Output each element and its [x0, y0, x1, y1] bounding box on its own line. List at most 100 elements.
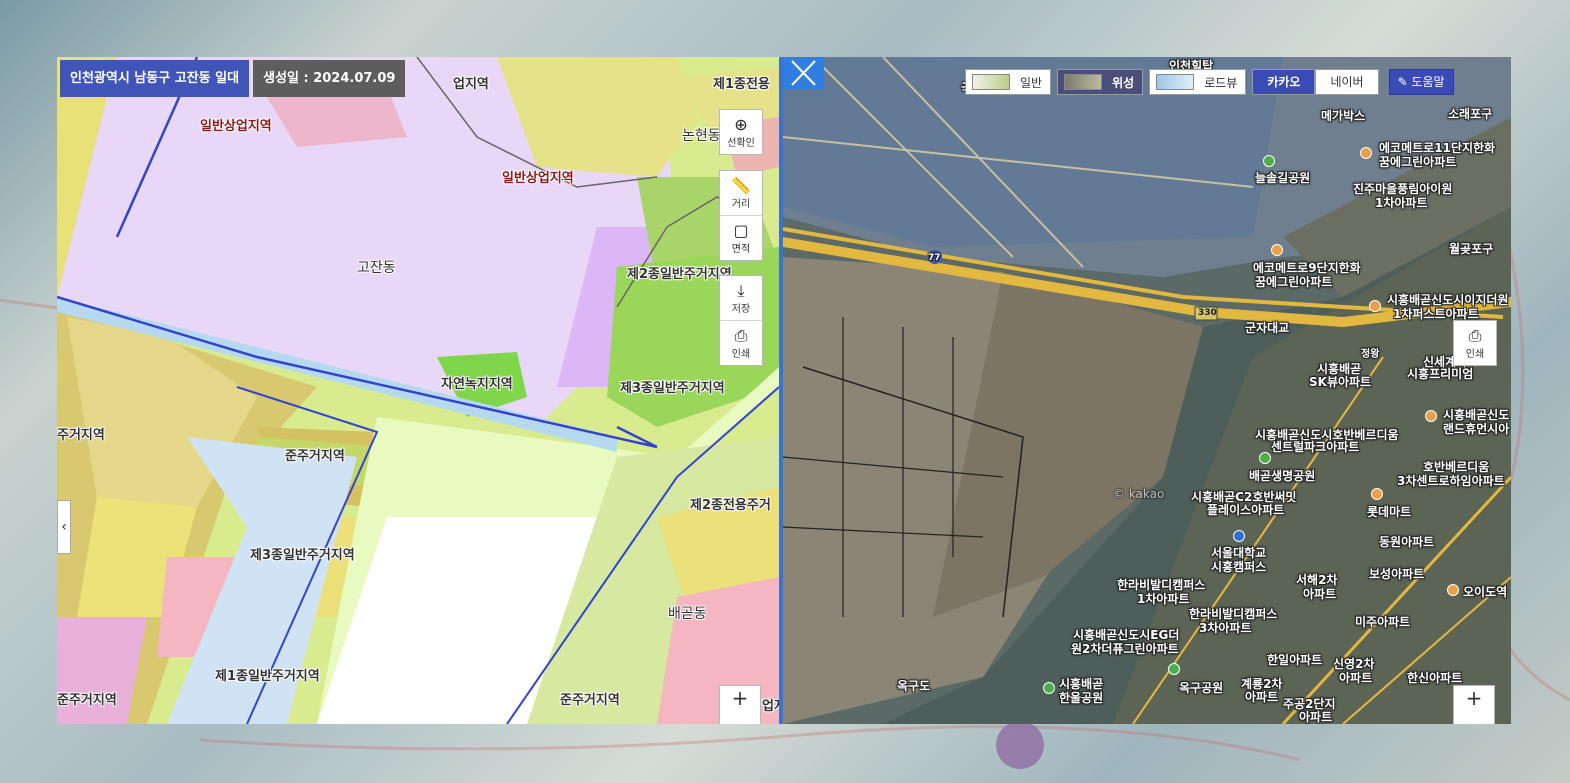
place-label: 3차센트로하임아파트 — [1397, 474, 1505, 488]
place-label: 동원아파트 — [1379, 535, 1435, 549]
ruler-icon: 📏 — [731, 175, 751, 195]
place-label: 월곶포구 — [1449, 242, 1494, 256]
park-marker-icon — [1259, 452, 1271, 464]
university-marker-icon — [1233, 530, 1245, 542]
place-label: 아파트 — [1299, 710, 1333, 724]
zone-label: 제2종전용주거 — [690, 498, 771, 513]
place-label: 한신아파트 — [1407, 671, 1463, 685]
place-label: 보성아파트 — [1369, 567, 1425, 581]
distance-button[interactable]: 📏 거리 — [720, 171, 762, 216]
right-print-button[interactable]: ⎙ 인쇄 — [1454, 321, 1496, 365]
general-map-thumbnail-icon — [972, 74, 1010, 90]
zoom-select-tool[interactable]: ⊕ 선확인 — [719, 109, 763, 155]
output-tools: ⤓ 저장 ⎙ 인쇄 — [719, 275, 763, 366]
print-label: 인쇄 — [731, 348, 751, 360]
provider-kakao-button[interactable]: 카카오 — [1252, 69, 1316, 95]
zone-label: 제2종일반주거지역 — [627, 267, 732, 282]
map-watermark: © kakao — [1113, 487, 1165, 501]
created-date: 생성일 : 2024.07.09 — [253, 60, 406, 97]
place-label: 소래포구 — [1448, 107, 1493, 121]
place-label: 미주아파트 — [1355, 615, 1411, 629]
zone-label: 업지역 — [453, 77, 489, 92]
place-label: 늘솔길공원 — [1255, 171, 1311, 185]
zone-label: 일반상업지역 — [502, 171, 574, 186]
close-icon — [791, 60, 816, 86]
dong-label: 배곧동 — [668, 606, 707, 622]
place-label: 아파트 — [1303, 587, 1337, 601]
right-zoom-in-button[interactable]: + — [1453, 685, 1495, 724]
place-label: 원2차더퓨그린아파트 — [1071, 642, 1179, 656]
map-title-box: 인천광역시 남동구 고잔동 일대 생성일 : 2024.07.09 — [60, 60, 406, 97]
zone-label: 제3종일반주거지역 — [250, 548, 355, 563]
place-label: 랜드휴먼시아 — [1443, 422, 1510, 436]
right-print-tool: ⎙ 인쇄 — [1453, 320, 1497, 366]
distance-label: 거리 — [731, 198, 751, 210]
provider-naver-label: 네이버 — [1330, 75, 1364, 89]
map-type-satellite-button[interactable]: 위성 — [1057, 69, 1144, 95]
apartment-marker-icon — [1369, 300, 1381, 312]
place-label: 1차아파트 — [1137, 592, 1190, 606]
map-type-satellite-label: 위성 — [1112, 75, 1135, 90]
dong-label: 논현동 — [682, 128, 721, 144]
place-label: 아파트 — [1339, 671, 1373, 685]
download-icon: ⤓ — [737, 280, 745, 300]
help-button[interactable]: ✎ 도움말 — [1388, 69, 1454, 95]
place-label: 아파트 — [1245, 690, 1279, 704]
right-print-label: 인쇄 — [1465, 348, 1485, 360]
zoom-in-button[interactable]: + — [719, 685, 761, 724]
place-label: 롯데마트 — [1367, 505, 1412, 519]
provider-kakao-label: 카카오 — [1267, 75, 1301, 89]
place-label: 꿈에그린아파트 — [1255, 275, 1333, 289]
park-marker-icon — [1043, 682, 1055, 694]
provider-naver-button[interactable]: 네이버 — [1315, 69, 1379, 95]
place-label: 배곧생명공원 — [1249, 469, 1316, 483]
map-type-roadview-label: 로드뷰 — [1204, 75, 1238, 90]
location-title: 인천광역시 남동구 고잔동 일대 — [60, 60, 250, 97]
place-label: 꿈에그린아파트 — [1379, 155, 1457, 169]
apartment-marker-icon — [1271, 244, 1283, 256]
area-label: 면적 — [731, 243, 751, 255]
zone-label: 업지 — [762, 699, 779, 714]
place-label: 플레이스아파트 — [1207, 503, 1285, 517]
map-type-bar: 일반 위성 로드뷰 카카오 네이버 ✎ 도움말 — [965, 69, 1454, 95]
satellite-map[interactable]: 77 330 인천힐탑 국가 메가박스 소래포구 에코메트로11단지한화 꿈에그… — [783, 57, 1511, 724]
roadview-thumbnail-icon — [1156, 74, 1195, 90]
zone-label: 자연녹지지역 — [441, 377, 513, 392]
park-marker-icon — [1263, 155, 1275, 167]
help-label: 도움말 — [1411, 75, 1445, 89]
printer-icon: ⎙ — [734, 325, 748, 345]
apartment-marker-icon — [1360, 147, 1372, 159]
place-label: 시흥프리미엄 — [1407, 367, 1474, 381]
zone-label: 주거지역 — [57, 428, 105, 443]
area-icon: ▢ — [733, 220, 749, 240]
place-label: 오이도역 — [1463, 585, 1508, 599]
chevron-left-icon: ‹ — [61, 519, 67, 535]
place-label: 한일아파트 — [1267, 653, 1323, 667]
satellite-map-thumbnail-icon — [1064, 74, 1103, 90]
area-button[interactable]: ▢ 면적 — [720, 216, 762, 260]
map-type-general-label: 일반 — [1020, 75, 1043, 90]
zoom-in-circle-icon: ⊕ — [734, 114, 748, 134]
place-label: 1차아파트 — [1375, 196, 1428, 210]
print-button[interactable]: ⎙ 인쇄 — [720, 321, 762, 365]
place-label: 군자대교 — [1245, 321, 1290, 335]
place-label: 3차아파트 — [1199, 621, 1252, 635]
place-label: 정왕 — [1361, 349, 1380, 360]
right-zoom-in-label: + — [1465, 686, 1483, 710]
map-type-roadview-button[interactable]: 로드뷰 — [1149, 69, 1247, 95]
save-button[interactable]: ⤓ 저장 — [720, 276, 762, 321]
dong-label: 고잔동 — [357, 260, 396, 276]
zone-label: 제3종일반주거지역 — [620, 381, 725, 396]
place-label: 시흥캠퍼스 — [1211, 560, 1267, 574]
collapse-panel-button[interactable]: ‹ — [57, 500, 71, 554]
zone-label: 준주거지역 — [285, 449, 345, 464]
place-label: 메가박스 — [1321, 109, 1366, 123]
zoning-map[interactable]: 일반상업지역 일반상업지역 고잔동 제2종일반주거지역 자연녹지지역 제3종일반… — [57, 57, 779, 724]
pencil-icon: ✎ — [1397, 75, 1408, 89]
zone-label: 제1종전용 — [713, 77, 770, 92]
map-viewer: 일반상업지역 일반상업지역 고잔동 제2종일반주거지역 자연녹지지역 제3종일반… — [57, 57, 1511, 724]
map-type-general-button[interactable]: 일반 — [965, 69, 1052, 95]
measure-tools: 📏 거리 ▢ 면적 — [719, 170, 763, 261]
close-button[interactable] — [783, 57, 824, 89]
zoom-select-button[interactable]: ⊕ 선확인 — [720, 110, 762, 154]
